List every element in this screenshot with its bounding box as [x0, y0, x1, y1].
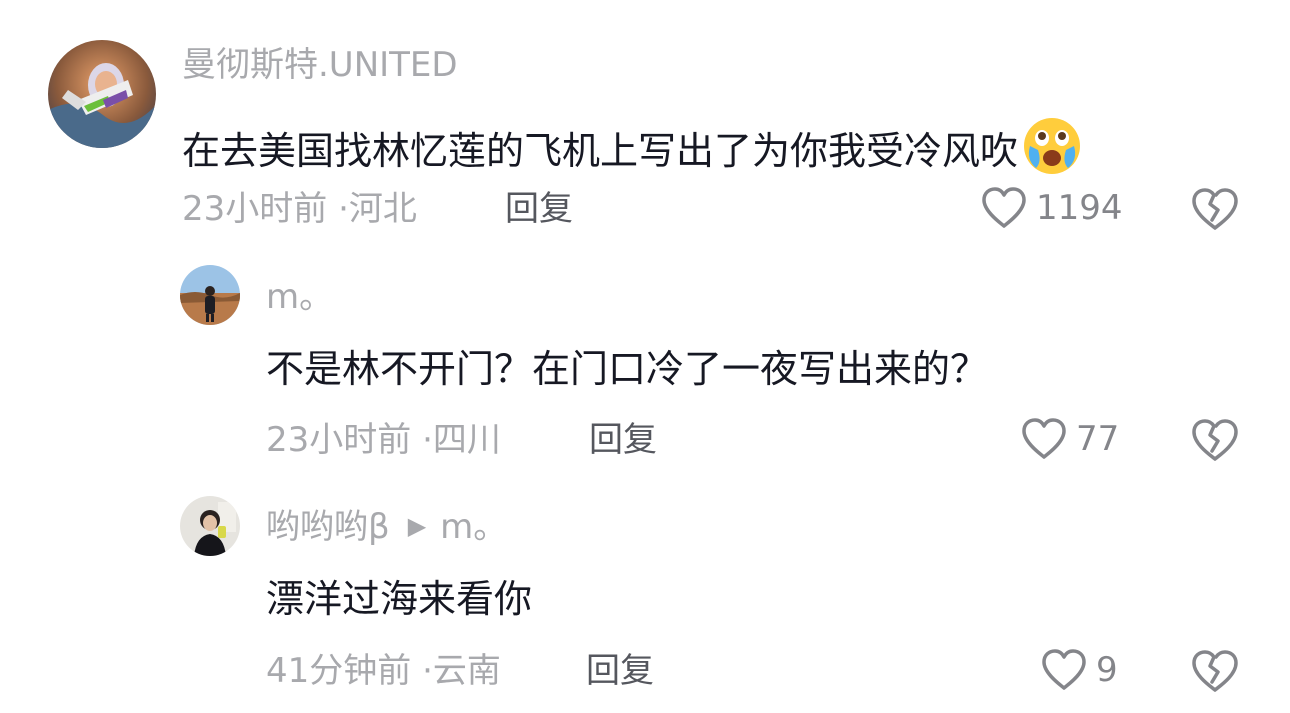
broken-heart-icon [1190, 417, 1240, 463]
username[interactable]: m。 [266, 280, 333, 314]
heart-icon [980, 186, 1028, 230]
comment-meta: 23小时前 ·四川 [266, 423, 501, 457]
crying-face-emoji-icon [1022, 116, 1082, 176]
comment-time: 23小时前 [182, 189, 328, 229]
heart-icon [1040, 648, 1088, 692]
heart-icon [1020, 417, 1068, 461]
comment-location: 四川 [432, 420, 501, 460]
dislike-button[interactable] [1190, 417, 1240, 463]
like-count: 9 [1096, 650, 1118, 690]
dislike-button[interactable] [1190, 186, 1240, 232]
like-button[interactable]: 1194 [980, 186, 1123, 230]
comment-time: 41分钟前 [266, 651, 412, 691]
comment-text: 在去美国找林忆莲的飞机上写出了为你我受冷风吹 [182, 116, 1082, 176]
like-count: 1194 [1036, 188, 1123, 228]
meta-separator: · [338, 189, 349, 229]
avatar[interactable] [180, 265, 240, 325]
comment-text: 不是林不开门？在门口冷了一夜写出来的？ [266, 347, 989, 391]
avatar[interactable] [180, 496, 240, 556]
like-count: 77 [1076, 419, 1120, 459]
reply-to-username[interactable]: m。 [440, 507, 507, 547]
dislike-button[interactable] [1190, 648, 1240, 694]
comment-text: 漂洋过海来看你 [266, 577, 533, 621]
comment-meta: 41分钟前 ·云南 [266, 654, 501, 688]
avatar[interactable] [48, 40, 156, 148]
reply-button[interactable]: 回复 [505, 192, 573, 226]
comment-time: 23小时前 [266, 420, 412, 460]
reply-arrow-icon: ▶ [407, 512, 427, 540]
reply-button[interactable]: 回复 [589, 423, 657, 457]
username[interactable]: 哟哟哟β [266, 507, 390, 547]
comment-location: 河北 [348, 189, 417, 229]
comment-text-content: 在去美国找林忆莲的飞机上写出了为你我受冷风吹 [182, 129, 1019, 173]
comment-meta: 23小时前 ·河北 [182, 192, 417, 226]
reply-button[interactable]: 回复 [586, 654, 654, 688]
broken-heart-icon [1190, 648, 1240, 694]
username[interactable]: 曼彻斯特.UNITED [182, 48, 458, 82]
username-line: 哟哟哟β ▶ m。 [266, 510, 507, 544]
like-button[interactable]: 77 [1020, 417, 1119, 461]
comment-location: 云南 [432, 651, 501, 691]
meta-separator: · [422, 651, 433, 691]
meta-separator: · [422, 420, 433, 460]
like-button[interactable]: 9 [1040, 648, 1118, 692]
broken-heart-icon [1190, 186, 1240, 232]
